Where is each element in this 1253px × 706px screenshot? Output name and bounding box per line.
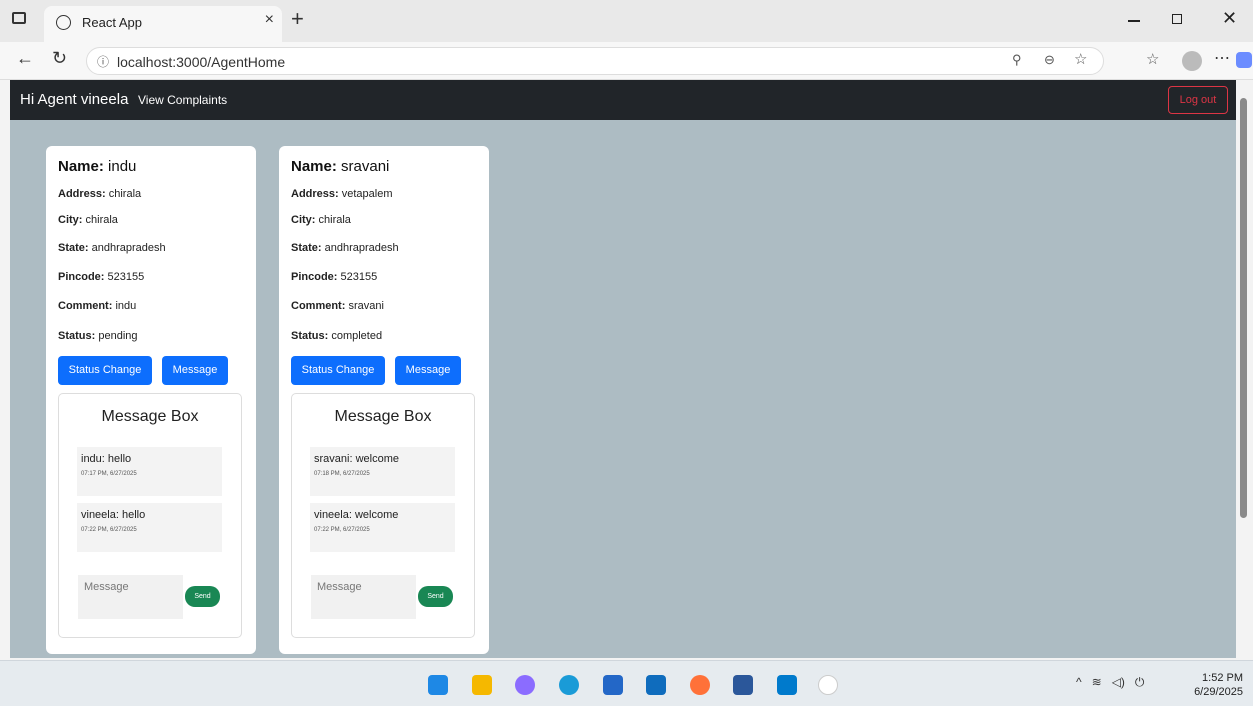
- favorites-icon[interactable]: ☆: [1146, 50, 1159, 68]
- send-button[interactable]: Send: [185, 586, 220, 607]
- close-window-icon[interactable]: ✕: [1222, 8, 1237, 29]
- complaint-status: Status: completed: [291, 330, 383, 342]
- edge-icon[interactable]: [559, 675, 579, 695]
- send-button[interactable]: Send: [418, 586, 453, 607]
- new-tab-button[interactable]: +: [291, 6, 304, 32]
- complaint-pincode: Pincode: 523155: [291, 271, 378, 283]
- restore-icon[interactable]: [1172, 14, 1182, 24]
- message-item: indu: hello 07:17 PM, 6/27/2025: [77, 447, 222, 496]
- message-box: Message Box indu: hello 07:17 PM, 6/27/2…: [58, 393, 242, 638]
- url-text: localhost:3000/AgentHome: [117, 54, 286, 70]
- complaint-comment: Comment: sravani: [291, 300, 384, 312]
- scrollbar-thumb[interactable]: [1240, 98, 1247, 518]
- file-explorer-icon[interactable]: [472, 675, 492, 695]
- sidebar-toggle-icon[interactable]: [12, 12, 26, 24]
- message-input[interactable]: Message: [311, 575, 416, 619]
- more-icon[interactable]: ⋯: [1214, 48, 1230, 68]
- status-change-button[interactable]: Status Change: [291, 356, 385, 385]
- complaint-card: Name: indu Address: chirala City: chiral…: [46, 146, 256, 654]
- copilot-app-icon[interactable]: [515, 675, 535, 695]
- message-item: vineela: welcome 07:22 PM, 6/27/2025: [310, 503, 455, 552]
- outlook-icon[interactable]: [646, 675, 666, 695]
- complaint-pincode: Pincode: 523155: [58, 271, 145, 283]
- view-complaints-link[interactable]: View Complaints: [138, 93, 227, 107]
- complaint-comment: Comment: indu: [58, 300, 137, 312]
- message-item: sravani: welcome 07:18 PM, 6/27/2025: [310, 447, 455, 496]
- key-icon[interactable]: ⚲: [1012, 52, 1022, 68]
- vscode-icon[interactable]: [777, 675, 797, 695]
- windows-taskbar: ^ ≋ ◁) ⏻ 1:52 PM 6/29/2025: [0, 660, 1253, 706]
- url-field[interactable]: ⓘ localhost:3000/AgentHome: [86, 47, 1104, 75]
- main-content: Name: indu Address: chirala City: chiral…: [10, 120, 1236, 658]
- message-box: Message Box sravani: welcome 07:18 PM, 6…: [291, 393, 475, 638]
- agent-greeting: Hi Agent vineela: [20, 91, 129, 108]
- complaint-status: Status: pending: [58, 330, 138, 342]
- taskbar-clock[interactable]: 1:52 PM 6/29/2025: [1194, 671, 1243, 699]
- logout-button[interactable]: Log out: [1168, 86, 1228, 114]
- message-box-title: Message Box: [334, 408, 432, 425]
- complaint-state: State: andhrapradesh: [291, 242, 399, 254]
- word-icon[interactable]: [733, 675, 753, 695]
- complaint-city: City: chirala: [291, 214, 351, 226]
- message-box-title: Message Box: [101, 408, 199, 425]
- system-tray-icons[interactable]: ^ ≋ ◁) ⏻: [1076, 675, 1144, 690]
- page-scrollbar[interactable]: [1236, 80, 1253, 658]
- message-button[interactable]: Message: [162, 356, 228, 385]
- complaint-city: City: chirala: [58, 214, 118, 226]
- complaint-state: State: andhrapradesh: [58, 242, 166, 254]
- tab-strip: React App × + ✕: [0, 0, 1253, 42]
- globe-icon: [56, 15, 71, 30]
- address-bar-row: ← ↻ ⓘ localhost:3000/AgentHome ⚲ ⊖ ☆ ☆ ⋯: [0, 42, 1253, 80]
- message-input[interactable]: Message: [78, 575, 183, 619]
- site-info-icon[interactable]: ⓘ: [97, 53, 109, 70]
- store-icon[interactable]: [603, 675, 623, 695]
- close-tab-icon[interactable]: ×: [265, 11, 274, 29]
- message-button[interactable]: Message: [395, 356, 461, 385]
- favorite-icon[interactable]: ☆: [1074, 50, 1087, 68]
- complaint-name: Name: indu: [58, 158, 137, 175]
- start-icon[interactable]: [428, 675, 448, 695]
- complaint-address: Address: vetapalem: [291, 188, 393, 200]
- app-navbar: Hi Agent vineela View Complaints Log out: [10, 80, 1236, 120]
- back-icon[interactable]: ←: [16, 48, 34, 69]
- refresh-icon[interactable]: ↻: [52, 48, 67, 69]
- mongodb-icon[interactable]: [818, 675, 838, 695]
- complaint-name: Name: sravani: [291, 158, 390, 175]
- message-item: vineela: hello 07:22 PM, 6/27/2025: [77, 503, 222, 552]
- browser-tab[interactable]: React App ×: [44, 6, 282, 42]
- complaint-card: Name: sravani Address: vetapalem City: c…: [279, 146, 489, 654]
- complaint-address: Address: chirala: [58, 188, 142, 200]
- profile-icon[interactable]: [1182, 51, 1202, 71]
- tab-title: React App: [82, 15, 142, 30]
- zoom-icon[interactable]: ⊖: [1044, 52, 1055, 68]
- minimize-icon[interactable]: [1128, 20, 1140, 22]
- firefox-icon[interactable]: [690, 675, 710, 695]
- copilot-icon[interactable]: [1236, 52, 1252, 68]
- status-change-button[interactable]: Status Change: [58, 356, 152, 385]
